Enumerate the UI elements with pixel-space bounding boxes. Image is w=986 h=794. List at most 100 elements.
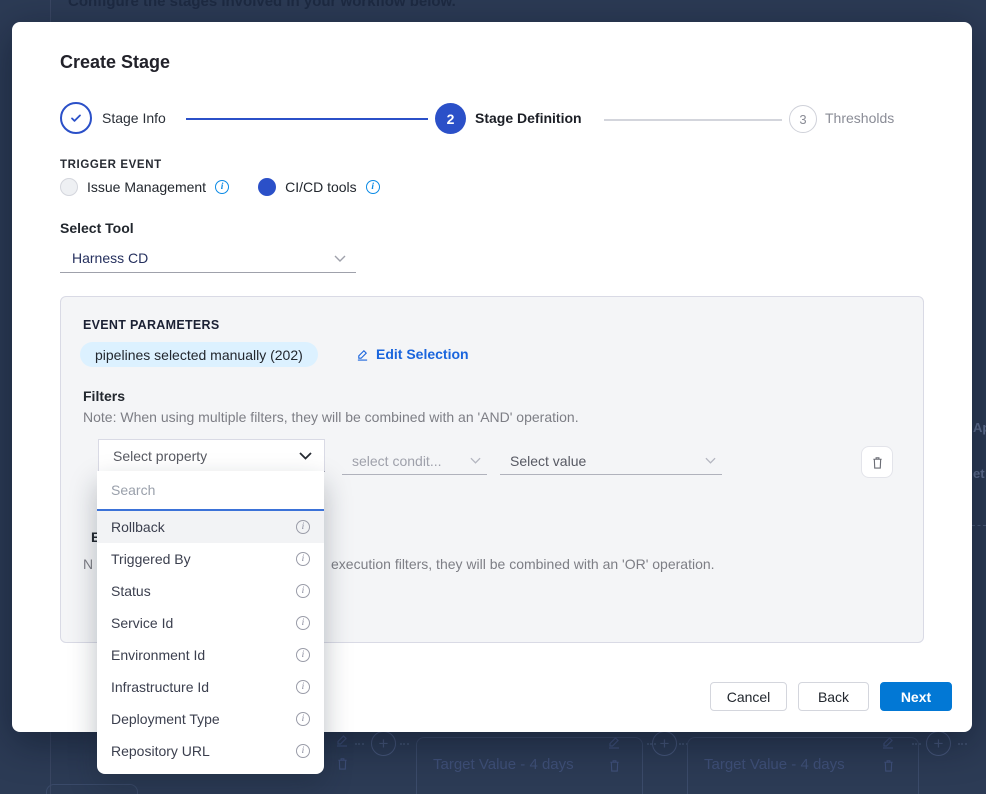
background-text-fragment: Ap <box>973 420 986 435</box>
selection-pill: pipelines selected manually (202) <box>80 342 318 367</box>
add-stage-icon: + <box>926 731 951 756</box>
tool-select[interactable]: Harness CD <box>60 244 356 273</box>
dropdown-search <box>97 471 324 511</box>
chevron-down-icon <box>470 457 481 464</box>
trigger-event-options: Issue Management i CI/CD tools i <box>60 177 380 197</box>
add-stage-icon: + <box>652 731 677 756</box>
edit-selection-link[interactable]: Edit Selection <box>356 346 469 362</box>
stepper-connector <box>186 118 428 120</box>
background-divider <box>50 0 51 22</box>
stage-card-title: Target Value - 4 days <box>433 756 574 773</box>
info-icon[interactable]: i <box>296 680 310 694</box>
cancel-button[interactable]: Cancel <box>710 682 787 711</box>
edit-pencil-icon <box>881 735 895 749</box>
filters-note: Note: When using multiple filters, they … <box>83 409 579 425</box>
back-button[interactable]: Back <box>798 682 869 711</box>
step-completed-icon[interactable] <box>60 102 92 134</box>
background-connector <box>958 743 967 745</box>
radio-label: Issue Management <box>87 179 206 195</box>
dropdown-option-triggered-by[interactable]: Triggered By i <box>97 543 324 575</box>
condition-select[interactable]: select condit... <box>342 447 487 475</box>
background-banner-text: Configure the stages involved in your wo… <box>68 0 456 10</box>
dropdown-option-status[interactable]: Status i <box>97 575 324 607</box>
background-connector <box>400 743 409 745</box>
trash-icon <box>871 455 884 470</box>
delete-filter-button[interactable] <box>861 446 893 478</box>
add-stage-icon: + <box>371 731 396 756</box>
option-label: Triggered By <box>111 551 191 567</box>
radio-cicd-tools[interactable] <box>258 178 276 196</box>
stepper-connector <box>604 119 782 121</box>
dropdown-option-repository-url[interactable]: Repository URL i <box>97 735 324 767</box>
edit-pencil-icon <box>607 735 621 749</box>
property-select-placeholder: Select property <box>113 448 207 464</box>
edit-pencil-icon <box>335 733 349 747</box>
option-label: Infrastructure Id <box>111 679 209 695</box>
info-icon[interactable]: i <box>296 648 310 662</box>
option-label: Rollback <box>111 519 165 535</box>
background-stage-card: Target Value - 4 days <box>687 737 919 794</box>
option-label: Repository URL <box>111 743 210 759</box>
execution-filters-note-fragment: execution filters, they will be combined… <box>331 556 715 572</box>
step-label-thresholds[interactable]: Thresholds <box>825 110 894 126</box>
option-label: Deployment Type <box>111 711 220 727</box>
value-select[interactable]: Select value <box>500 447 722 475</box>
next-button[interactable]: Next <box>880 682 952 711</box>
select-tool-label: Select Tool <box>60 220 134 236</box>
background-connector <box>972 525 986 526</box>
step-label-stage-info[interactable]: Stage Info <box>102 110 166 126</box>
property-dropdown-menu: Rollback i Triggered By i Status i Servi… <box>97 471 324 774</box>
trash-icon <box>608 758 621 773</box>
edit-pencil-icon <box>356 348 369 361</box>
dropdown-option-infrastructure-id[interactable]: Infrastructure Id i <box>97 671 324 703</box>
option-label: Status <box>111 583 151 599</box>
background-connector <box>355 743 364 745</box>
condition-select-placeholder: select condit... <box>352 453 442 469</box>
chevron-down-icon <box>705 457 716 464</box>
app-background: Configure the stages involved in your wo… <box>0 0 986 794</box>
check-icon <box>68 110 84 126</box>
edit-selection-label: Edit Selection <box>376 346 469 362</box>
trash-icon <box>336 756 349 771</box>
stage-card-title: Target Value - 4 days <box>704 756 845 773</box>
background-card-fragment <box>46 784 138 794</box>
radio-label: CI/CD tools <box>285 179 357 195</box>
dropdown-option-rollback[interactable]: Rollback i <box>97 511 324 543</box>
option-label: Environment Id <box>111 647 205 663</box>
step-number-upcoming[interactable]: 3 <box>789 105 817 133</box>
filters-heading: Filters <box>83 388 125 404</box>
info-icon[interactable]: i <box>296 584 310 598</box>
info-icon[interactable]: i <box>296 616 310 630</box>
info-icon[interactable]: i <box>296 552 310 566</box>
dropdown-option-deployment-type[interactable]: Deployment Type i <box>97 703 324 735</box>
info-icon[interactable]: i <box>296 520 310 534</box>
modal-footer: Cancel Back Next <box>710 682 952 711</box>
create-stage-modal: Create Stage Stage Info 2 Stage Definiti… <box>12 22 972 732</box>
search-input[interactable] <box>97 482 324 498</box>
background-connector <box>912 743 921 745</box>
option-label: Service Id <box>111 615 173 631</box>
dropdown-option-environment-id[interactable]: Environment Id i <box>97 639 324 671</box>
radio-issue-management[interactable] <box>60 178 78 196</box>
page-title: Create Stage <box>60 52 170 73</box>
background-stage-card: Target Value - 4 days <box>416 737 643 794</box>
info-icon[interactable]: i <box>215 180 229 194</box>
trash-icon <box>882 758 895 773</box>
execution-filters-note-fragment: N <box>83 556 93 572</box>
trigger-event-label: TRIGGER EVENT <box>60 159 162 171</box>
chevron-down-icon <box>334 255 346 262</box>
dropdown-option-service-id[interactable]: Service Id i <box>97 607 324 639</box>
info-icon[interactable]: i <box>296 712 310 726</box>
property-select[interactable]: Select property <box>98 439 325 472</box>
chevron-down-icon <box>299 452 312 460</box>
value-select-placeholder: Select value <box>510 453 586 469</box>
tool-select-value: Harness CD <box>72 250 148 266</box>
info-icon[interactable]: i <box>366 180 380 194</box>
event-parameters-heading: EVENT PARAMETERS <box>83 318 220 332</box>
background-card-actions <box>335 733 349 771</box>
step-number-active[interactable]: 2 <box>435 103 466 134</box>
background-card-actions <box>607 735 621 773</box>
step-label-stage-definition[interactable]: Stage Definition <box>475 110 582 126</box>
info-icon[interactable]: i <box>296 744 310 758</box>
background-text-fragment: et <box>973 466 985 481</box>
